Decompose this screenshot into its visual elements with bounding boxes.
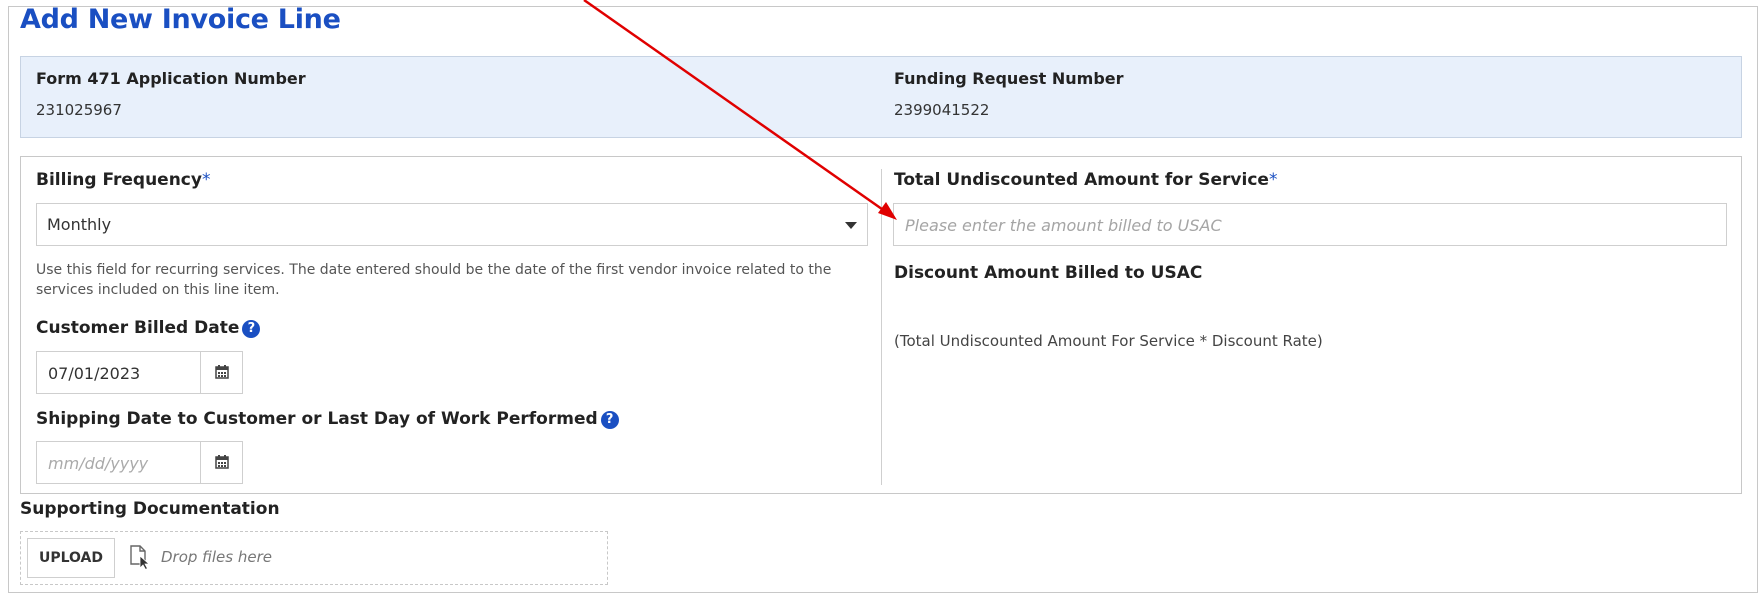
file-cursor-icon [130, 545, 151, 570]
column-divider [881, 169, 882, 485]
billing-frequency-label-text: Billing Frequency [36, 170, 202, 190]
question-circle-icon[interactable]: ? [242, 320, 261, 338]
shipping-date-label-text: Shipping Date to Customer or Last Day of… [36, 409, 598, 429]
required-mark: * [1268, 170, 1278, 190]
total-undiscounted-input[interactable]: Please enter the amount billed to USAC [893, 203, 1727, 246]
billing-frequency-label: Billing Frequency* [36, 170, 210, 190]
calendar-button[interactable] [200, 352, 242, 393]
info-panel: Form 471 Application Number 231025967 Fu… [20, 56, 1742, 138]
file-drop-zone[interactable]: UPLOAD Drop files here [20, 531, 608, 585]
total-undiscounted-label: Total Undiscounted Amount for Service* [894, 170, 1277, 190]
customer-billed-date-value: 07/01/2023 [48, 364, 141, 383]
calendar-icon [215, 365, 229, 379]
billing-help-text: Use this field for recurring services. T… [36, 262, 832, 298]
application-number-value: 231025967 [36, 101, 122, 119]
shipping-date-placeholder: mm/dd/yyyy [48, 454, 149, 473]
shipping-date-input[interactable]: mm/dd/yyyy [36, 441, 243, 484]
question-circle-icon[interactable]: ? [600, 411, 619, 429]
drop-files-text: Drop files here [161, 548, 272, 566]
total-undiscounted-label-text: Total Undiscounted Amount for Service [894, 170, 1269, 190]
billing-frequency-select[interactable]: Monthly [36, 203, 868, 246]
page-title: Add New Invoice Line [20, 4, 341, 35]
customer-billed-date-label: Customer Billed Date? [36, 318, 261, 338]
discount-amount-label: Discount Amount Billed to USAC [894, 263, 1203, 283]
chevron-down-icon [845, 222, 857, 229]
upload-button[interactable]: UPLOAD [27, 538, 115, 578]
customer-billed-date-input[interactable]: 07/01/2023 [36, 351, 243, 394]
billing-frequency-value: Monthly [47, 215, 112, 234]
calendar-button[interactable] [200, 442, 242, 483]
total-undiscounted-placeholder: Please enter the amount billed to USAC [905, 216, 1222, 235]
required-mark: * [201, 170, 211, 190]
calendar-icon [215, 455, 229, 469]
discount-formula-text: (Total Undiscounted Amount For Service *… [894, 332, 1323, 350]
customer-billed-date-label-text: Customer Billed Date [36, 318, 240, 338]
funding-request-value: 2399041522 [894, 101, 990, 119]
funding-request-label: Funding Request Number [894, 69, 1124, 88]
shipping-date-label: Shipping Date to Customer or Last Day of… [36, 409, 619, 429]
supporting-documentation-label: Supporting Documentation [20, 499, 280, 519]
application-number-label: Form 471 Application Number [36, 69, 306, 88]
